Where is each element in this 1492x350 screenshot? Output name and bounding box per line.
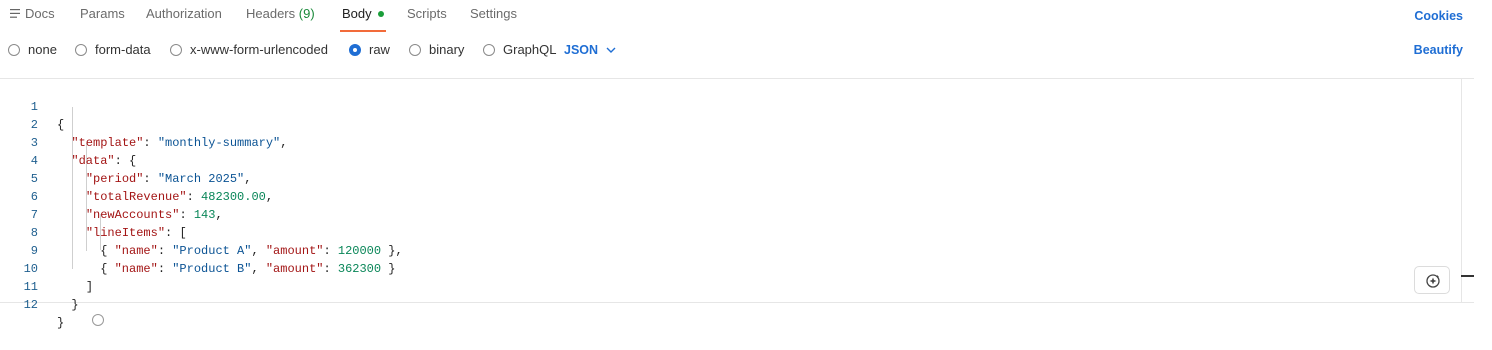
tab-settings[interactable]: Settings (470, 6, 517, 32)
line-number: 12 (23, 298, 38, 312)
chevron-down-icon (606, 47, 616, 53)
code-line: 7 "lineItems": [ (0, 188, 1400, 240)
docs-lines-icon (10, 6, 21, 22)
code-line: 2 "template": "monthly-summary", (0, 98, 1400, 150)
tab-authorization-label: Authorization (146, 6, 222, 21)
punct: } (57, 316, 65, 330)
tab-params-label: Params (80, 6, 125, 21)
body-status-dot (377, 10, 384, 17)
radio-urlencoded[interactable]: x-www-form-urlencoded (170, 42, 328, 58)
code-line: 6 "newAccounts": 143, (0, 170, 1400, 222)
tab-body-label: Body (342, 6, 372, 21)
tab-scripts-label: Scripts (407, 6, 447, 21)
radio-circle[interactable] (8, 43, 20, 56)
tab-docs[interactable]: Docs (10, 6, 55, 32)
tab-body[interactable]: Body (340, 6, 386, 32)
code-text: } (57, 296, 79, 314)
radio-form-data-label: form-data (95, 42, 151, 57)
code-line: 12 } (0, 278, 1400, 330)
tab-headers-label: Headers (246, 6, 296, 21)
code-line: 10 ] (0, 242, 1400, 294)
radio-raw-label: raw (369, 42, 390, 57)
cookies-link[interactable]: Cookies (1414, 9, 1463, 23)
body-type-selector: none form-data x-www-form-urlencoded raw… (0, 38, 1492, 62)
code-line: 4 "period": "March 2025", (0, 134, 1400, 186)
assistant-sparkle-icon (1426, 274, 1440, 288)
language-dropdown[interactable]: JSON (564, 42, 616, 58)
tab-scripts[interactable]: Scripts (407, 6, 447, 32)
active-tab-underline (340, 30, 386, 32)
tab-params[interactable]: Params (80, 6, 125, 32)
radio-form-data[interactable]: form-data (75, 42, 151, 58)
footer-circle-icon (92, 314, 104, 326)
radio-circle[interactable] (170, 43, 182, 56)
tab-headers[interactable]: Headers (9) (246, 6, 315, 32)
code-line: 5 "totalRevenue": 482300.00, (0, 152, 1400, 204)
punct: } (71, 298, 79, 312)
tab-settings-label: Settings (470, 6, 517, 21)
beautify-button[interactable]: Beautify (1414, 43, 1463, 57)
radio-raw[interactable]: raw (349, 42, 390, 58)
tab-docs-label: Docs (25, 6, 55, 21)
code-line: 3 "data": { (0, 116, 1400, 168)
radio-urlencoded-label: x-www-form-urlencoded (190, 42, 328, 57)
radio-circle[interactable] (75, 43, 87, 56)
request-tabs: Docs Params Authorization Headers (9) Bo… (0, 0, 1492, 32)
radio-circle[interactable] (483, 43, 495, 56)
code-line: 9 { "name": "Product B", "amount": 36230… (0, 224, 1400, 276)
assistant-button[interactable] (1414, 266, 1450, 294)
code-line: 11 } (0, 260, 1400, 312)
radio-binary-label: binary (429, 42, 465, 57)
panel-collapse-handle[interactable] (1461, 275, 1474, 277)
language-label: JSON (564, 43, 599, 57)
code-line: 1 { (0, 80, 1400, 132)
code-text: } (57, 314, 64, 332)
radio-binary[interactable]: binary (409, 42, 464, 58)
headers-count-badge: (9) (298, 6, 315, 21)
radio-circle-selected[interactable] (349, 43, 361, 56)
radio-none-label: none (28, 42, 57, 57)
tab-authorization[interactable]: Authorization (146, 6, 222, 32)
editor-scrollbar[interactable] (1461, 79, 1474, 302)
radio-graphql[interactable]: GraphQL (483, 42, 556, 58)
radio-graphql-label: GraphQL (503, 42, 557, 57)
radio-circle[interactable] (409, 43, 421, 56)
radio-none[interactable]: none (8, 42, 57, 58)
code-line: 8 { "name": "Product A", "amount": 12000… (0, 206, 1400, 258)
code-editor[interactable]: 1 { 2 "template": "monthly-summary", 3 "… (0, 78, 1474, 330)
